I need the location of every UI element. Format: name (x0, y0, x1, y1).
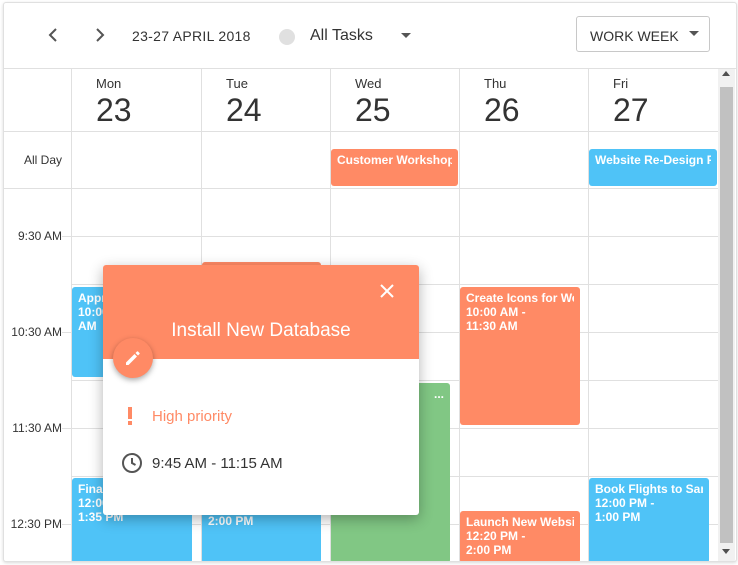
event-title: Launch New Website (466, 515, 574, 529)
edit-button[interactable] (113, 338, 153, 378)
all-day-event[interactable]: Customer Workshop (331, 149, 458, 186)
day-header-tue: Tue 24 (201, 69, 330, 132)
toolbar: 23-27 APRIL 2018 All Tasks WORK WEEK (4, 3, 736, 69)
exclamation-icon (128, 407, 132, 425)
time-label: 10:30 AM (11, 325, 62, 339)
chevron-right-icon (96, 28, 105, 42)
scroll-down-arrow-icon[interactable] (722, 549, 730, 554)
day-header-fri: Fri 27 (588, 69, 718, 132)
day-number[interactable]: 23 (96, 92, 132, 129)
grid-line (4, 131, 718, 132)
event-time: 10:00 AM - (466, 305, 526, 319)
day-number[interactable]: 24 (226, 92, 262, 129)
day-number[interactable]: 25 (355, 92, 391, 129)
filter-color-dot (279, 29, 295, 45)
scheduler: 23-27 APRIL 2018 All Tasks WORK WEEK Mon… (3, 2, 737, 562)
day-name: Wed (355, 76, 382, 91)
caret-down-icon (689, 31, 699, 36)
close-button[interactable] (375, 279, 399, 303)
chevron-left-icon (48, 28, 57, 42)
time-label: 9:30 AM (17, 229, 62, 243)
grid-line (4, 188, 718, 189)
tooltip-header: Install New Database (103, 265, 419, 359)
event-time: 2:00 PM (466, 543, 512, 557)
scrollbar-thumb[interactable] (720, 87, 733, 543)
event-title: Website Re-Design Plan (595, 153, 711, 167)
tooltip-title: Install New Database (171, 320, 351, 341)
appointment-tooltip: Install New Database High priority 9:45 … (103, 265, 419, 515)
filter-dropdown-button[interactable] (400, 31, 412, 41)
event-title: Book Flights to San Fran for Sales Trip (595, 482, 703, 496)
event-time: 1:00 PM (595, 510, 641, 524)
all-day-label: All Day (23, 153, 62, 167)
all-day-event[interactable]: Website Re-Design Plan (589, 149, 717, 186)
event-time: 11:30 AM (466, 319, 518, 333)
next-week-button[interactable] (88, 23, 112, 47)
event-time: 2:00 PM (208, 514, 254, 528)
day-number[interactable]: 27 (613, 92, 649, 129)
appointment-time: 9:45 AM - 11:15 AM (152, 455, 283, 472)
day-name: Fri (613, 76, 629, 91)
calendar-event[interactable]: Book Flights to San Fran for Sales Trip … (589, 478, 709, 561)
day-name: Tue (226, 76, 248, 91)
day-header-mon: Mon 23 (71, 69, 201, 132)
calendar-event[interactable]: Launch New Website 12:20 PM - 2:00 PM (460, 511, 580, 561)
event-time: 12:00 PM - (595, 496, 655, 510)
scroll-up-arrow-icon[interactable] (722, 71, 730, 76)
day-number[interactable]: 26 (484, 92, 520, 129)
close-icon (380, 284, 394, 298)
day-header-thu: Thu 26 (459, 69, 588, 132)
date-range-label[interactable]: 23-27 APRIL 2018 (132, 28, 251, 44)
event-time: 12:20 PM - (466, 529, 526, 543)
clock-icon (121, 452, 143, 474)
prev-week-button[interactable] (41, 23, 65, 47)
time-label: 11:30 AM (12, 421, 62, 435)
day-name: Mon (96, 76, 122, 91)
priority-label: High priority (152, 408, 233, 425)
event-title: Create Icons for Website (466, 291, 574, 305)
time-label: 12:30 PM (10, 517, 62, 531)
pencil-icon (126, 351, 140, 365)
day-header-wed: Wed 25 (330, 69, 459, 132)
day-name: Thu (484, 76, 507, 91)
grid-line (62, 236, 718, 237)
view-switcher-label: WORK WEEK (590, 28, 679, 44)
caret-down-icon (401, 33, 411, 38)
event-title: Customer Workshop (337, 153, 452, 167)
calendar-event[interactable]: Create Icons for Website 10:00 AM - 11:3… (460, 287, 580, 425)
priority-icon (123, 406, 137, 426)
view-switcher-select[interactable]: WORK WEEK (576, 16, 710, 52)
filter-select-label[interactable]: All Tasks (310, 27, 373, 45)
